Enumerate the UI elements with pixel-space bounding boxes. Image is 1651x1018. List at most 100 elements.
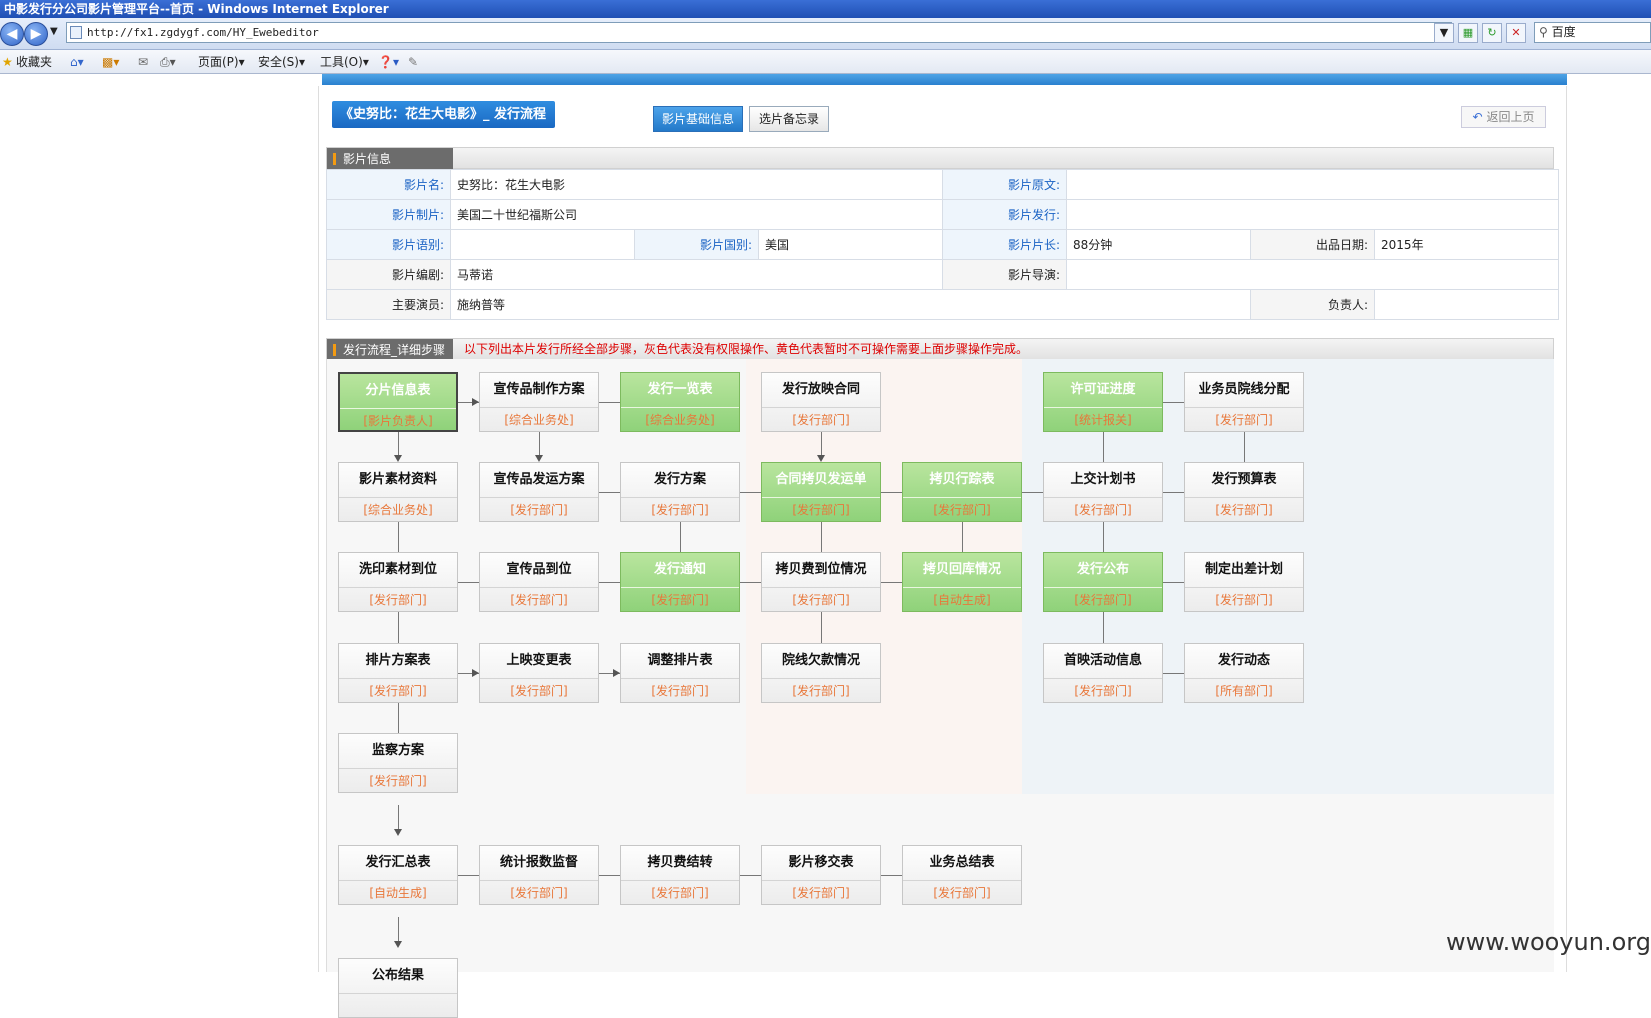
flow-node[interactable]: 发行公布 [发行部门] (1043, 552, 1163, 612)
compat-view-icon[interactable]: ▦ (1458, 23, 1478, 43)
film-country-label: 影片国别: (634, 229, 759, 260)
flow-node[interactable]: 拷贝费到位情况 [发行部门] (761, 552, 881, 612)
url-input[interactable]: http://fx1.zgdygf.com/HY_Ewebeditor (66, 22, 1452, 43)
flow-node[interactable]: 发行方案 [发行部门] (620, 462, 740, 522)
film-info-section-bar: 影片信息 (326, 147, 1554, 170)
flow-node[interactable]: 发行一览表 [综合业务处] (620, 372, 740, 432)
flow-node[interactable]: 宣传品制作方案 [综合业务处] (479, 372, 599, 432)
flow-arrow-icon (613, 669, 620, 677)
flow-node[interactable]: 上交计划书 [发行部门] (1043, 462, 1163, 522)
refresh-icon[interactable]: ↻ (1482, 23, 1502, 43)
flow-node-title: 拷贝行踪表 (903, 463, 1021, 498)
flow-connector-v (539, 432, 540, 455)
flow-node[interactable]: 监察方案 [发行部门] (338, 733, 458, 793)
flow-node[interactable]: 制定出差计划 [发行部门] (1184, 552, 1304, 612)
forward-nav-icon[interactable]: ▶ (24, 22, 48, 46)
flow-node[interactable]: 洗印素材到位 [发行部门] (338, 552, 458, 612)
flow-connector-v (1103, 522, 1104, 552)
flow-node[interactable]: 发行预算表 [发行部门] (1184, 462, 1304, 522)
flow-node[interactable]: 影片移交表 [发行部门] (761, 845, 881, 905)
back-nav-icon[interactable]: ◀ (0, 22, 24, 46)
flow-node[interactable]: 发行动态 [所有部门] (1184, 643, 1304, 703)
flow-node-dept: [自动生成] (369, 886, 427, 900)
flow-node[interactable]: 院线欠款情况 [发行部门] (761, 643, 881, 703)
flow-node-title: 监察方案 (339, 734, 457, 769)
flow-connector-v (398, 612, 399, 643)
flow-node-title: 制定出差计划 (1185, 553, 1303, 588)
flow-arrow-icon (394, 829, 402, 836)
flow-node[interactable]: 发行放映合同 [发行部门] (761, 372, 881, 432)
flow-node[interactable]: 业务员院线分配 [发行部门] (1184, 372, 1304, 432)
print-icon[interactable]: ⎙▾ (160, 53, 176, 71)
film-name-label: 影片名: (326, 169, 451, 200)
flow-node[interactable]: 影片素材资料 [综合业务处] (338, 462, 458, 522)
flow-node[interactable]: 业务总结表 [发行部门] (902, 845, 1022, 905)
flow-arrow-icon (394, 455, 402, 462)
tools-menu[interactable]: 工具(O)▾ (320, 53, 369, 71)
flow-node[interactable]: 上映变更表 [发行部门] (479, 643, 599, 703)
flow-node[interactable]: 分片信息表 [影片负责人] (338, 372, 458, 432)
url-dropdown-icon[interactable]: ▼ (1434, 23, 1454, 43)
flow-connector-v (398, 917, 399, 941)
favorites-button[interactable]: 收藏夹 (16, 53, 52, 71)
flow-node[interactable]: 宣传品到位 [发行部门] (479, 552, 599, 612)
research-icon[interactable]: ✎ (408, 53, 418, 71)
flow-node-dept: [发行部门] (651, 593, 709, 607)
flow-node[interactable]: 公布结果 (338, 958, 458, 1018)
flow-node[interactable]: 合同拷贝发运单 [发行部门] (761, 462, 881, 522)
film-country-value: 美国 (757, 229, 944, 260)
flow-node[interactable]: 统计报数监督 [发行部门] (479, 845, 599, 905)
flow-node-title: 发行公布 (1044, 553, 1162, 588)
search-placeholder: 百度 (1551, 25, 1576, 39)
flow-arrow-icon (472, 669, 479, 677)
flow-node[interactable]: 首映活动信息 [发行部门] (1043, 643, 1163, 703)
search-input[interactable]: ⚲ 百度 (1534, 22, 1651, 43)
flow-node[interactable]: 拷贝行踪表 [发行部门] (902, 462, 1022, 522)
flow-connector-v (821, 522, 822, 552)
flow-node[interactable]: 调整排片表 [发行部门] (620, 643, 740, 703)
flow-connector-h (881, 875, 902, 876)
flow-node[interactable]: 发行通知 [发行部门] (620, 552, 740, 612)
film-writer-value: 马蒂诺 (449, 259, 944, 290)
tab-selection-memo[interactable]: 选片备忘录 (749, 106, 829, 132)
flow-node-title: 拷贝回库情况 (903, 553, 1021, 588)
safety-menu[interactable]: 安全(S)▾ (258, 53, 305, 71)
flow-node[interactable]: 拷贝回库情况 [自动生成] (902, 552, 1022, 612)
flow-node-title: 排片方案表 (339, 644, 457, 679)
history-dropdown-icon[interactable]: ▼ (50, 26, 58, 37)
film-actors-label: 主要演员: (326, 289, 451, 320)
feeds-icon[interactable]: ▩▾ (102, 53, 119, 71)
flow-node-title: 合同拷贝发运单 (762, 463, 880, 498)
flow-node-dept: [发行部门] (510, 593, 568, 607)
flow-node-dept: [发行部门] (510, 684, 568, 698)
flow-node-title: 发行动态 (1185, 644, 1303, 679)
flow-node-title: 分片信息表 (340, 374, 456, 409)
flow-node[interactable]: 发行汇总表 [自动生成] (338, 845, 458, 905)
flow-node-dept: [综合业务处] (504, 413, 574, 427)
flow-tip: 以下列出本片发行所经全部步骤，灰色代表没有权限操作、黄色代表暂时不可操作需要上面… (464, 342, 1029, 356)
flow-node-dept: [发行部门] (1215, 413, 1273, 427)
flow-node[interactable]: 排片方案表 [发行部门] (338, 643, 458, 703)
help-icon[interactable]: ❓▾ (378, 53, 399, 71)
page-menu[interactable]: 页面(P)▾ (198, 53, 245, 71)
flow-node[interactable]: 宣传品发运方案 [发行部门] (479, 462, 599, 522)
stop-icon[interactable]: ✕ (1506, 23, 1526, 43)
mail-icon[interactable]: ✉ (138, 53, 148, 71)
search-icon: ⚲ (1539, 25, 1548, 39)
home-icon[interactable]: ⌂▾ (70, 53, 84, 71)
flow-node-title: 业务总结表 (903, 846, 1021, 881)
flow-node-dept: [发行部门] (933, 886, 991, 900)
flow-node[interactable]: 许可证进度 [统计报关] (1043, 372, 1163, 432)
tab-film-basic-info[interactable]: 影片基础信息 (653, 106, 743, 132)
flow-node-title: 上交计划书 (1044, 463, 1162, 498)
favorites-star-icon[interactable]: ★ (2, 53, 13, 71)
flow-connector-v (1103, 612, 1104, 643)
page-menu-label: 页面(P) (198, 55, 239, 69)
page-icon (70, 26, 82, 39)
flow-connector-h (599, 402, 620, 403)
flow-connector-h (881, 492, 902, 493)
back-button[interactable]: ↶ 返回上页 (1461, 106, 1546, 128)
flow-node[interactable]: 拷贝费结转 [发行部门] (620, 845, 740, 905)
film-info-table: 影片名: 史努比：花生大电影 影片原文: 影片制片: 美国二十世纪福斯公司 影片… (326, 169, 1560, 320)
flow-node-dept: [发行部门] (651, 684, 709, 698)
